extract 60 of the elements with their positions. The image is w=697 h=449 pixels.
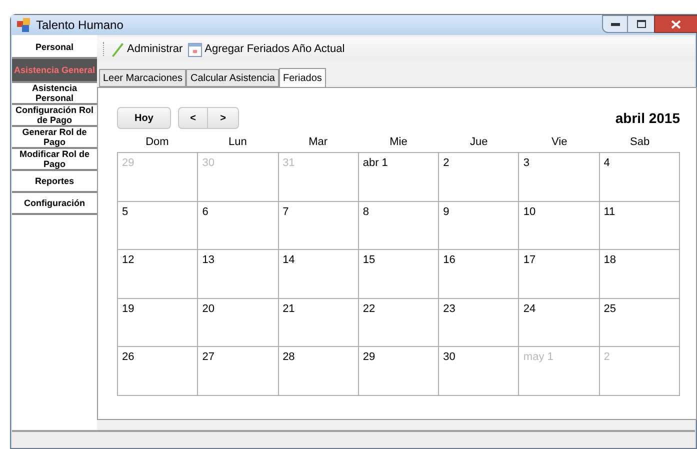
- day-cell[interactable]: 22: [358, 298, 440, 347]
- day-cell[interactable]: 28: [278, 347, 359, 396]
- day-cell[interactable]: 29: [358, 347, 440, 396]
- close-button[interactable]: [654, 15, 697, 33]
- day-cell[interactable]: abr 1: [358, 153, 440, 202]
- next-button[interactable]: >: [208, 107, 239, 129]
- day-cell[interactable]: 24: [519, 298, 600, 347]
- day-cell[interactable]: 11: [600, 202, 680, 250]
- day-cell[interactable]: 10: [519, 202, 600, 250]
- day-cell[interactable]: 17: [519, 250, 600, 298]
- day-cell[interactable]: 15: [358, 250, 440, 298]
- weekday-header: Jue: [469, 135, 489, 150]
- sidebar-item[interactable]: Asistencia Personal: [12, 83, 97, 105]
- day-cell[interactable]: 7: [278, 202, 359, 250]
- day-cell[interactable]: 23: [439, 298, 520, 347]
- day-cell[interactable]: 6: [198, 202, 279, 250]
- day-cell[interactable]: 25: [600, 298, 680, 347]
- previous-button[interactable]: <: [178, 107, 208, 129]
- day-cell[interactable]: 18: [600, 250, 680, 298]
- day-cell[interactable]: 5: [118, 202, 198, 250]
- tab[interactable]: Feriados: [278, 68, 326, 88]
- today-button[interactable]: Hoy: [117, 107, 171, 129]
- day-cell[interactable]: 30: [439, 347, 520, 396]
- app-icon: [17, 18, 31, 32]
- maximize-button[interactable]: [628, 15, 654, 33]
- minimize-button[interactable]: [602, 15, 628, 33]
- close-icon: [671, 20, 681, 28]
- pencil-icon: [110, 41, 124, 57]
- weekday-header: Sab: [628, 135, 651, 150]
- toolbar-button[interactable]: Agregar Feriados Año Actual: [188, 40, 345, 58]
- sidebar-item[interactable]: Configuración Rol de Pago: [12, 105, 97, 127]
- day-cell[interactable]: 19: [118, 298, 198, 347]
- maximize-icon: [636, 20, 646, 28]
- tab[interactable]: Calcular Asistencia: [186, 69, 279, 87]
- minimize-icon: [610, 22, 620, 26]
- day-cell[interactable]: 27: [198, 347, 279, 396]
- weekday-header: Mie: [388, 135, 408, 150]
- calendar-icon: [188, 42, 202, 56]
- day-cell[interactable]: 20: [198, 298, 279, 347]
- day-cell[interactable]: 3: [519, 153, 600, 202]
- weekday-header: Lun: [227, 135, 248, 150]
- sidebar-item[interactable]: Modificar Rol de Pago: [12, 149, 97, 171]
- weekday-header: Vie: [550, 135, 568, 150]
- day-cell[interactable]: 21: [278, 298, 359, 347]
- day-cell[interactable]: 13: [198, 250, 279, 298]
- day-cell[interactable]: 9: [439, 202, 520, 250]
- weekday-header: Dom: [144, 135, 170, 150]
- day-cell[interactable]: 12: [118, 250, 198, 298]
- window-title: Talento Humano: [36, 17, 124, 34]
- day-cell[interactable]: 8: [358, 202, 440, 250]
- tab[interactable]: Leer Marcaciones: [99, 69, 186, 87]
- day-cell[interactable]: 14: [278, 250, 359, 298]
- weekday-header: Mar: [308, 135, 329, 150]
- day-cell[interactable]: 16: [439, 250, 520, 298]
- day-cell[interactable]: 26: [118, 347, 198, 396]
- toolbar-button[interactable]: Administrar: [110, 40, 183, 58]
- day-cell[interactable]: 4: [600, 153, 680, 202]
- month-title: abril 2015: [615, 108, 680, 128]
- sidebar-item[interactable]: Generar Rol de Pago: [12, 127, 97, 149]
- day-cell[interactable]: 2: [439, 153, 520, 202]
